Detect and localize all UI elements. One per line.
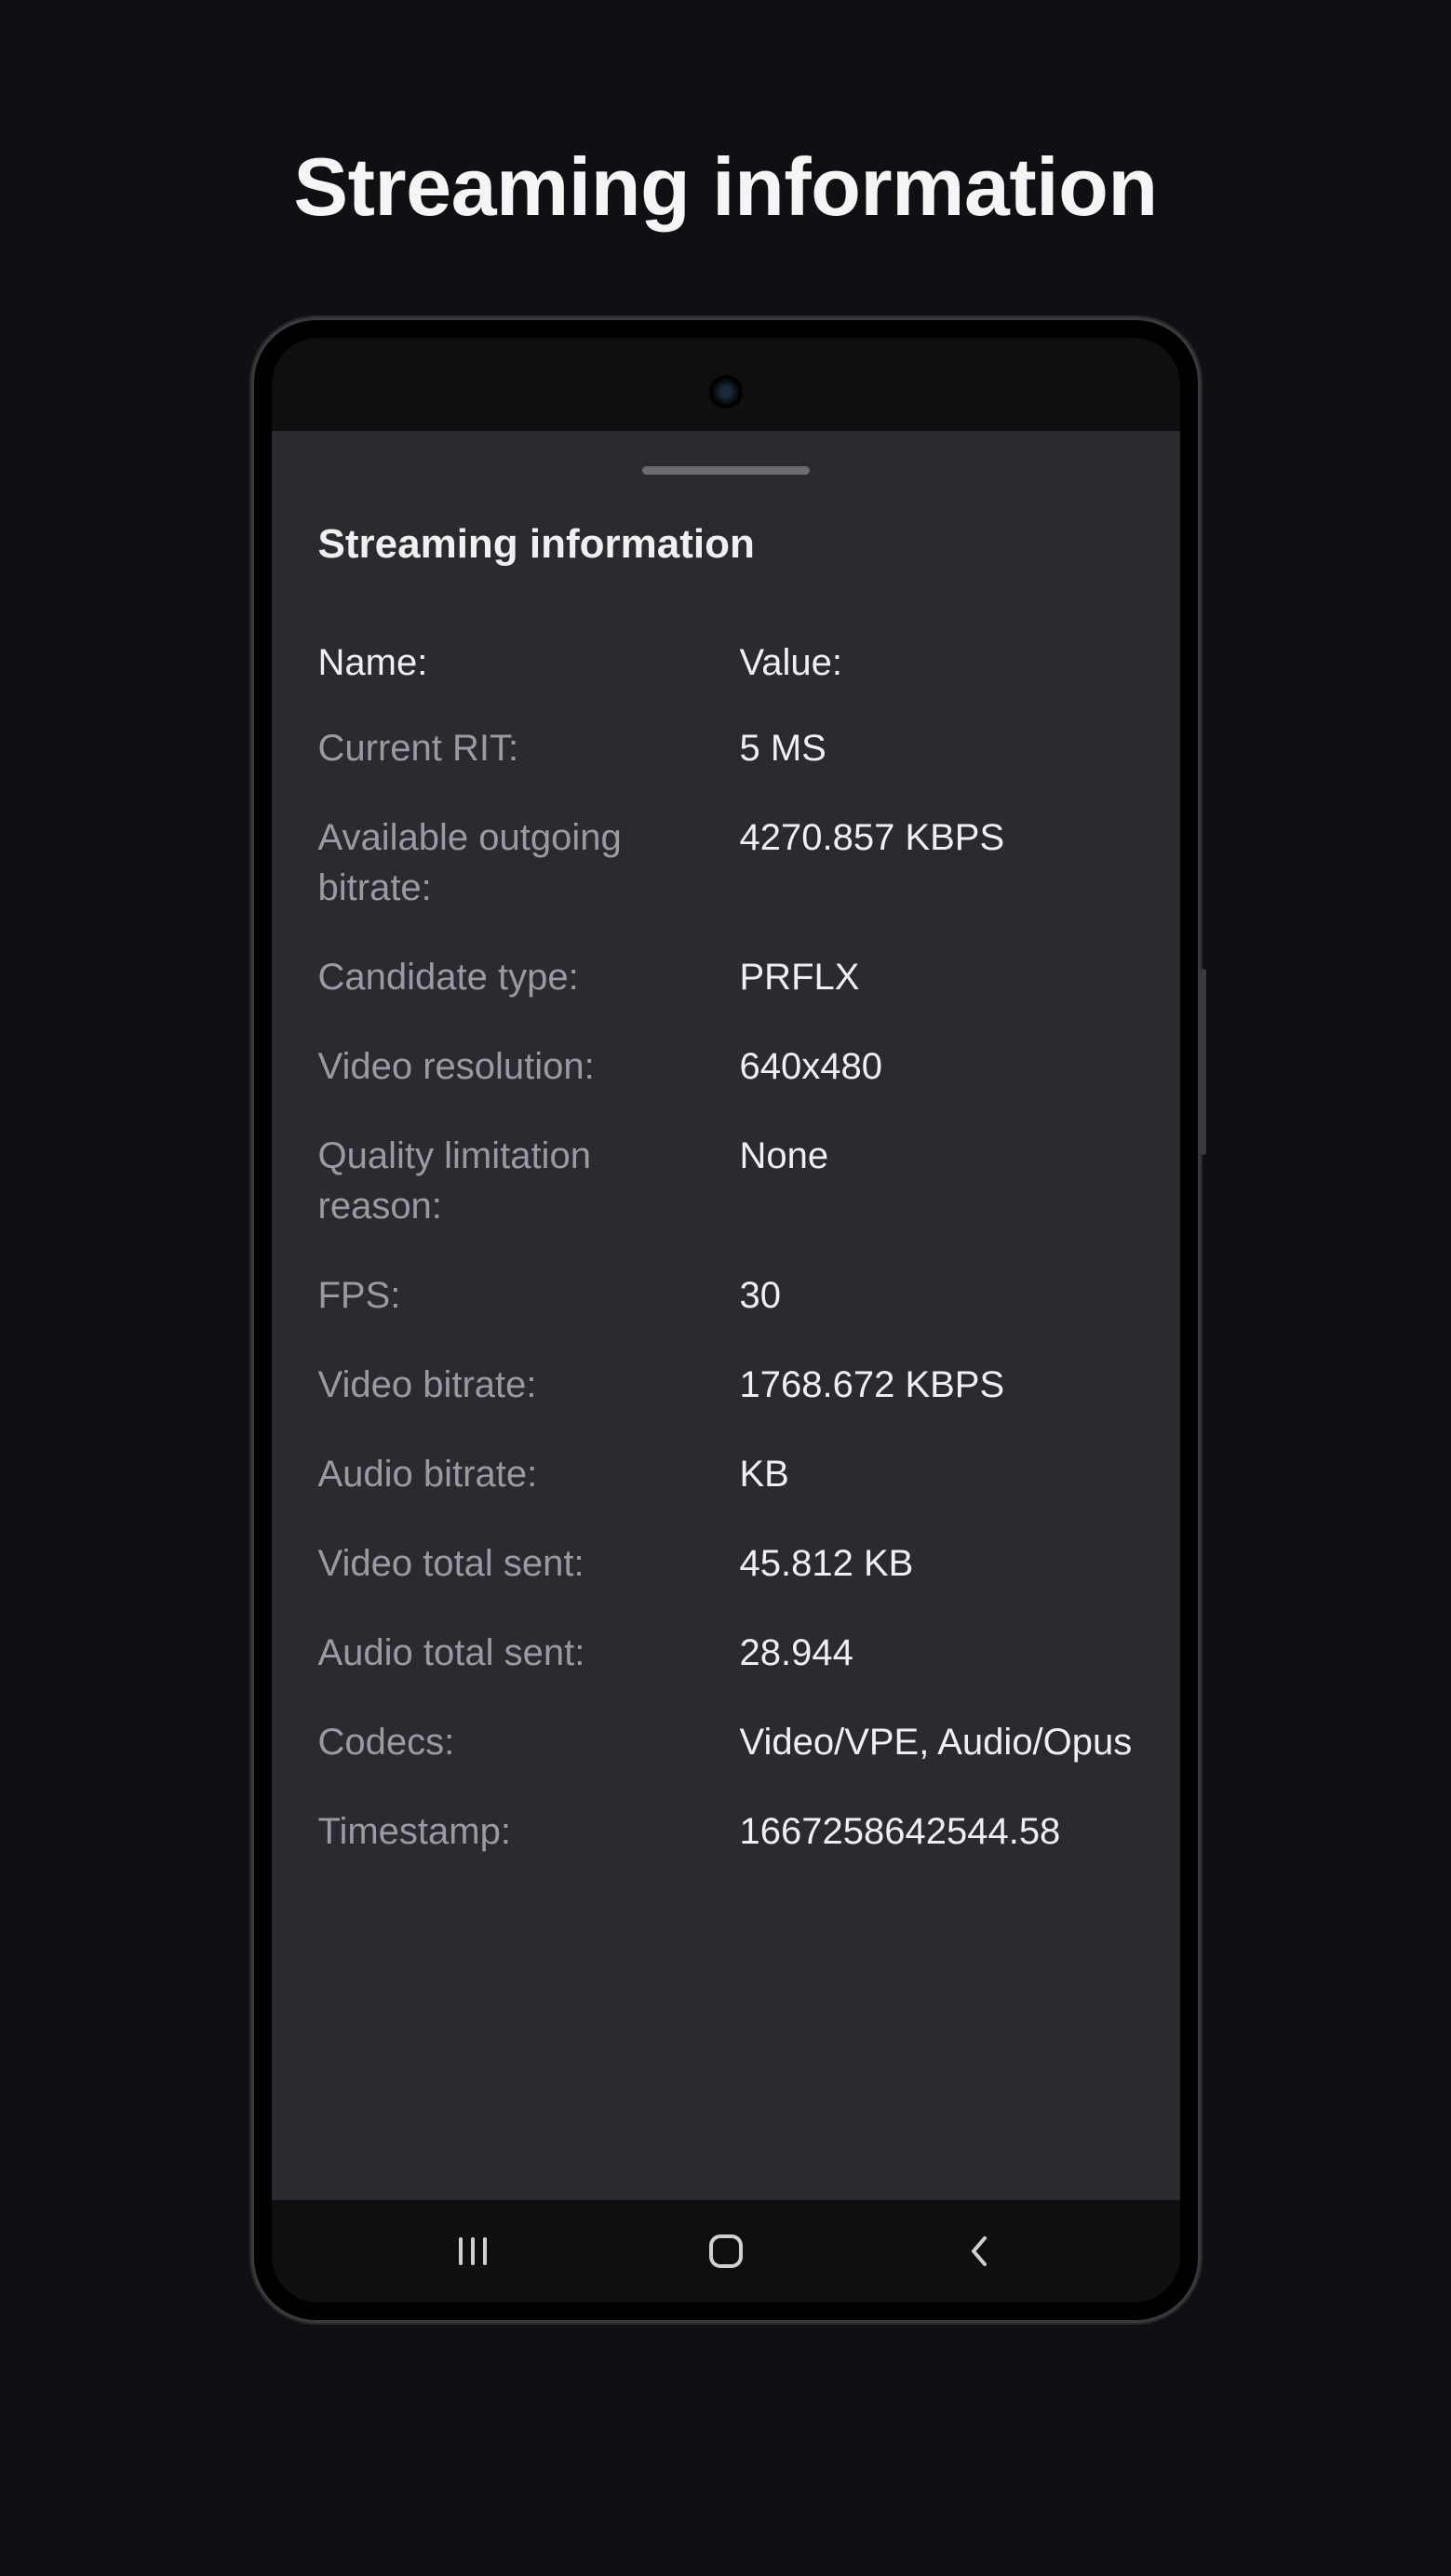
row-value: 5 MS: [740, 723, 1134, 773]
sheet-title: Streaming information: [318, 521, 1134, 568]
power-button-silhouette: [1201, 969, 1206, 1155]
phone-frame: Streaming information Name: Value: Curre…: [251, 317, 1201, 2323]
row-value: 30: [740, 1270, 1134, 1321]
camera-icon: [709, 375, 743, 409]
row-label: Available outgoing bitrate:: [318, 812, 712, 913]
page-title: Streaming information: [293, 140, 1157, 234]
home-icon: [708, 2234, 744, 2269]
row-value: PRFLX: [740, 952, 1134, 1002]
row-label: Quality limitation reason:: [318, 1131, 712, 1231]
phone-screen: Streaming information Name: Value: Curre…: [272, 338, 1180, 2302]
row-label: Codecs:: [318, 1717, 712, 1767]
row-label: Audio bitrate:: [318, 1449, 712, 1499]
row-label: Audio total sent:: [318, 1628, 712, 1678]
row-value: 1667258642544.58: [740, 1806, 1134, 1857]
row-value: KB: [740, 1449, 1134, 1499]
info-table: Name: Value: Current RIT: 5 MS Available…: [318, 642, 1134, 1857]
row-value: 1768.672 KBPS: [740, 1360, 1134, 1410]
row-value: None: [740, 1131, 1134, 1181]
row-label: Video total sent:: [318, 1538, 712, 1589]
row-label: Video resolution:: [318, 1041, 712, 1092]
row-value: 45.812 KB: [740, 1538, 1134, 1589]
row-label: Video bitrate:: [318, 1360, 712, 1410]
home-button[interactable]: [689, 2214, 763, 2288]
row-value: Video/VPE, Audio/Opus: [740, 1717, 1134, 1767]
back-button[interactable]: [942, 2214, 1016, 2288]
android-nav-bar: [272, 2200, 1180, 2302]
row-label: Current RIT:: [318, 723, 712, 773]
row-label: Timestamp:: [318, 1806, 712, 1857]
row-label: FPS:: [318, 1270, 712, 1321]
row-value: 640x480: [740, 1041, 1134, 1092]
col-header-name: Name:: [318, 642, 712, 684]
drag-handle[interactable]: [272, 431, 1180, 521]
row-label: Candidate type:: [318, 952, 712, 1002]
row-value: 28.944: [740, 1628, 1134, 1678]
back-icon: [968, 2234, 990, 2268]
row-value: 4270.857 KBPS: [740, 812, 1134, 863]
recents-button[interactable]: [436, 2214, 510, 2288]
col-header-value: Value:: [740, 642, 1134, 684]
recents-icon: [457, 2237, 489, 2265]
bottom-sheet: Streaming information Name: Value: Curre…: [272, 431, 1180, 2200]
